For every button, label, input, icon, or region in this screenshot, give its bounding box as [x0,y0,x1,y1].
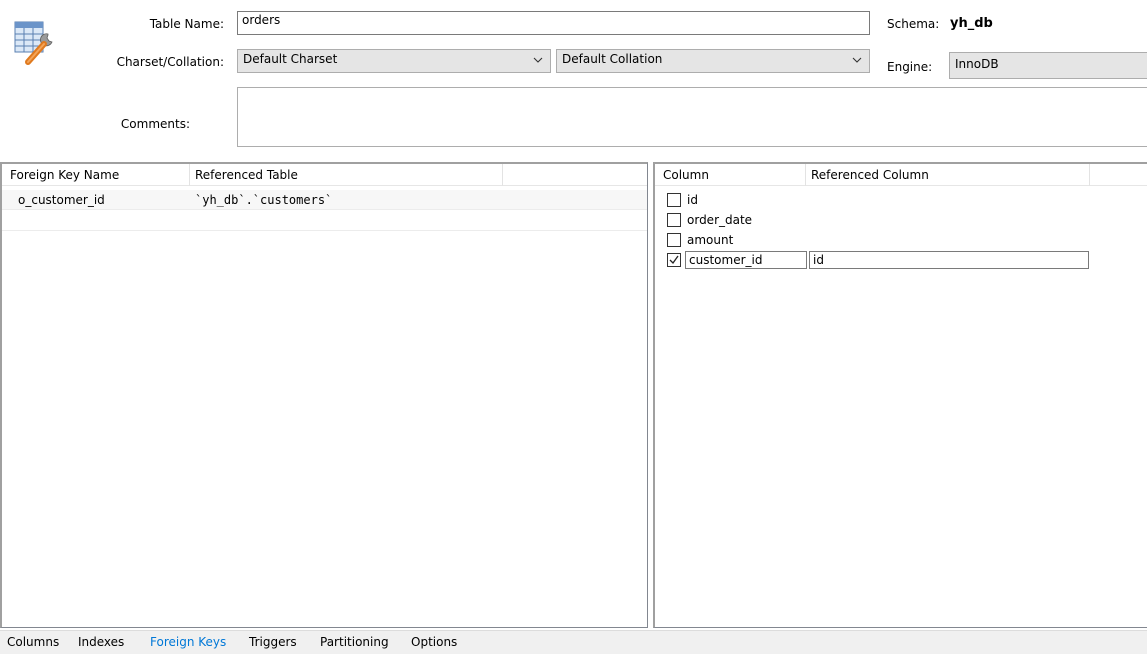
engine-select[interactable]: InnoDB [949,52,1147,79]
comments-textarea[interactable] [237,87,1147,147]
fk-grid-header: Foreign Key Name Referenced Table [2,164,647,186]
table-row[interactable]: o_customer_id `yh_db`.`customers` [2,190,647,210]
fk-column-grid[interactable]: Column Referenced Column id order_date a… [653,162,1147,628]
chevron-down-icon [533,57,543,63]
fk-name-cell[interactable]: o_customer_id [18,190,188,210]
charset-select-value: Default Charset [243,52,338,66]
tab-foreign-keys[interactable]: Foreign Keys [150,635,226,649]
table-name-label: Table Name: [149,17,224,31]
table-editor-icon [14,20,56,68]
checkbox-customer-id[interactable] [667,253,681,267]
comments-label: Comments: [120,117,190,131]
checkbox-id[interactable] [667,193,681,207]
schema-label: Schema: [887,17,940,31]
tab-indexes[interactable]: Indexes [78,635,124,649]
tab-triggers[interactable]: Triggers [249,635,297,649]
column-grid-header: Column Referenced Column [655,164,1147,186]
chevron-down-icon [852,57,862,63]
checkmark-icon [669,255,679,265]
column-name-customer-id[interactable]: customer_id [685,251,807,269]
column-name-order-date: order_date [687,213,753,227]
engine-label: Engine: [887,60,933,74]
checkbox-amount[interactable] [667,233,681,247]
tab-options[interactable]: Options [411,635,457,649]
column-name-id: id [687,193,698,207]
charset-collation-label: Charset/Collation: [116,55,224,69]
tab-partitioning[interactable]: Partitioning [320,635,389,649]
referenced-column-select[interactable]: id [809,251,1089,269]
charset-select[interactable]: Default Charset [237,49,551,73]
collation-select-value: Default Collation [562,52,663,66]
column-header[interactable]: Column [658,164,806,186]
tab-columns[interactable]: Columns [7,635,59,649]
column-name-amount: amount [687,233,734,247]
fk-referenced-table-cell[interactable]: `yh_db`.`customers` [195,190,495,210]
table-row-empty[interactable] [2,211,647,231]
table-name-input[interactable]: orders [237,11,870,35]
editor-tab-bar: Columns Indexes Foreign Keys Triggers Pa… [0,630,1147,654]
fk-header-name[interactable]: Foreign Key Name [5,164,190,186]
foreign-key-grid[interactable]: Foreign Key Name Referenced Table o_cust… [0,162,648,628]
checkbox-order-date[interactable] [667,213,681,227]
collation-select[interactable]: Default Collation [556,49,870,73]
schema-value: yh_db [950,16,993,31]
fk-header-referenced-table[interactable]: Referenced Table [190,164,503,186]
referenced-column-header[interactable]: Referenced Column [806,164,1090,186]
